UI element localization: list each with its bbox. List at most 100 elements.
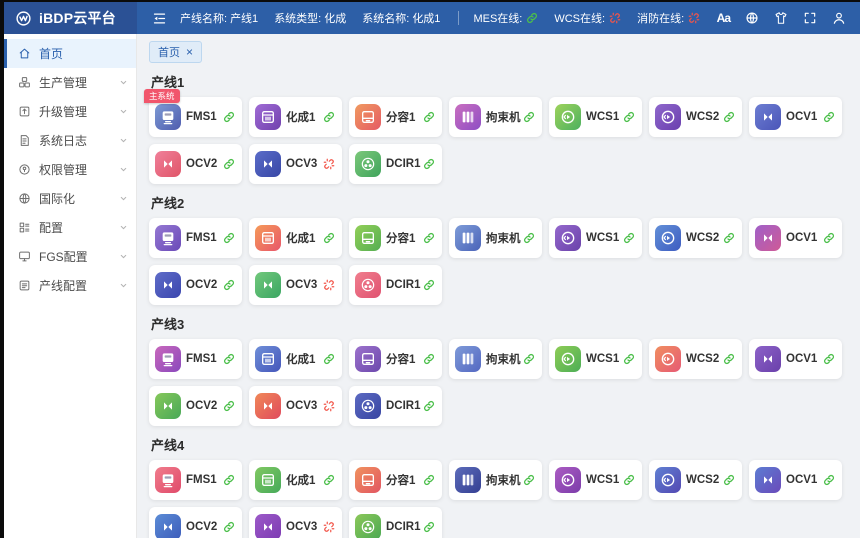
user-icon[interactable]	[832, 11, 846, 25]
app-card-分容1[interactable]: 分容1	[349, 339, 442, 379]
card-label: OCV3	[286, 279, 317, 291]
link-icon	[423, 353, 435, 365]
chevron-down-icon	[119, 136, 128, 145]
app-card-fms1[interactable]: 主系统 FMS1	[149, 97, 242, 137]
broken-link-icon	[688, 12, 700, 24]
line-info-item: 系统类型:化成	[274, 10, 346, 26]
app-card-wcs1[interactable]: WCS1	[549, 460, 642, 500]
info-value: 化成	[324, 13, 346, 25]
app-card-wcs2[interactable]: WCS2	[649, 460, 742, 500]
link-icon	[723, 353, 735, 365]
app-card-拘束机[interactable]: 拘束机	[449, 460, 542, 500]
app-card-分容1[interactable]: 分容1	[349, 460, 442, 500]
app-card-fms1[interactable]: FMS1	[149, 218, 242, 258]
app-card-ocv2[interactable]: OCV2	[149, 265, 242, 305]
card-label: 分容1	[386, 230, 415, 246]
app-card-wcs2[interactable]: WCS2	[649, 339, 742, 379]
link-icon	[623, 353, 635, 365]
card-label: OCV3	[286, 521, 317, 533]
tab-close-icon[interactable]: ×	[186, 46, 193, 58]
app-card-wcs2[interactable]: WCS2	[649, 218, 742, 258]
app-card-ocv1[interactable]: OCV1	[749, 339, 842, 379]
app-card-分容1[interactable]: 分容1	[349, 97, 442, 137]
link-icon	[523, 111, 535, 123]
chevron-down-icon	[119, 107, 128, 116]
app-card-ocv1[interactable]: OCV1	[749, 218, 842, 258]
theme-shirt-icon[interactable]	[774, 11, 788, 25]
app-card-dcir1[interactable]: DCIR1	[349, 386, 442, 426]
app-card-ocv2[interactable]: OCV2	[149, 386, 242, 426]
app-card-dcir1[interactable]: DCIR1	[349, 265, 442, 305]
app-card-fms1[interactable]: FMS1	[149, 460, 242, 500]
sidebar-item-fgs-config[interactable]: FGS配置	[4, 242, 136, 271]
app-card-ocv1[interactable]: OCV1	[749, 97, 842, 137]
tab-home[interactable]: 首页 ×	[149, 41, 202, 63]
fgs-config-icon	[18, 250, 31, 263]
app-card-化成1[interactable]: 化成1	[249, 339, 342, 379]
language-globe-icon[interactable]	[745, 11, 759, 25]
app-window: iBDP云平台 产线名称:产线1系统类型:化成系统名称:化成1 MES在线: W…	[4, 2, 860, 538]
app-card-ocv3[interactable]: OCV3	[249, 144, 342, 184]
app-card-ocv1[interactable]: OCV1	[749, 460, 842, 500]
card-label: 分容1	[386, 351, 415, 367]
sidebar-item-label: 生产管理	[39, 74, 87, 91]
font-size-icon[interactable]: Aa	[717, 11, 730, 25]
sidebar-item-permission-mgmt[interactable]: 权限管理	[4, 155, 136, 184]
app-card-dcir1[interactable]: DCIR1	[349, 507, 442, 538]
ocv-icon	[755, 467, 781, 493]
sidebar-item-line-config[interactable]: 产线配置	[4, 271, 136, 300]
info-value: 化成1	[412, 13, 440, 25]
app-card-拘束机[interactable]: 拘束机	[449, 339, 542, 379]
sidebar-item-i18n[interactable]: 国际化	[4, 184, 136, 213]
link-icon	[423, 279, 435, 291]
card-label: 拘束机	[486, 109, 521, 125]
app-card-ocv2[interactable]: OCV2	[149, 144, 242, 184]
app-card-wcs1[interactable]: WCS1	[549, 97, 642, 137]
logo-icon	[15, 10, 32, 27]
sidebar-item-upgrade-mgmt[interactable]: 升级管理	[4, 97, 136, 126]
sidebar-item-home[interactable]: 首页	[4, 39, 136, 68]
card-grid: FMS1 化成1 分容1 拘束机 WCS1 WCS2 OCV1 OCV2 OCV	[149, 460, 851, 538]
formation-icon	[255, 346, 281, 372]
wcs-icon	[655, 225, 681, 251]
broken-link-icon	[323, 158, 335, 170]
app-card-ocv3[interactable]: OCV3	[249, 386, 342, 426]
app-card-dcir1[interactable]: DCIR1	[349, 144, 442, 184]
card-label: WCS2	[686, 353, 719, 365]
ocv-icon	[255, 514, 281, 538]
link-icon	[623, 474, 635, 486]
fullscreen-icon[interactable]	[803, 11, 817, 25]
sidebar-item-config[interactable]: 配置	[4, 213, 136, 242]
dcir-icon	[355, 151, 381, 177]
link-icon	[323, 232, 335, 244]
sidebar-collapse-icon[interactable]	[152, 11, 167, 26]
app-card-分容1[interactable]: 分容1	[349, 218, 442, 258]
sidebar-item-production-mgmt[interactable]: 生产管理	[4, 68, 136, 97]
app-card-wcs1[interactable]: WCS1	[549, 339, 642, 379]
card-label: OCV1	[786, 474, 817, 486]
chevron-down-icon	[119, 223, 128, 232]
sidebar-item-system-logs[interactable]: 系统日志	[4, 126, 136, 155]
link-icon	[223, 400, 235, 412]
restraint-icon	[455, 104, 481, 130]
app-card-化成1[interactable]: 化成1	[249, 97, 342, 137]
ocv-icon	[155, 272, 181, 298]
app-card-fms1[interactable]: FMS1	[149, 339, 242, 379]
app-card-拘束机[interactable]: 拘束机	[449, 218, 542, 258]
card-label: 拘束机	[486, 351, 521, 367]
app-card-wcs1[interactable]: WCS1	[549, 218, 642, 258]
app-card-ocv3[interactable]: OCV3	[249, 265, 342, 305]
app-card-化成1[interactable]: 化成1	[249, 460, 342, 500]
app-card-ocv3[interactable]: OCV3	[249, 507, 342, 538]
fms-icon	[155, 467, 181, 493]
formation-icon	[255, 225, 281, 251]
link-icon	[223, 158, 235, 170]
app-card-拘束机[interactable]: 拘束机	[449, 97, 542, 137]
app-card-ocv2[interactable]: OCV2	[149, 507, 242, 538]
link-icon	[423, 400, 435, 412]
app-card-wcs2[interactable]: WCS2	[649, 97, 742, 137]
app-card-化成1[interactable]: 化成1	[249, 218, 342, 258]
wcs-icon	[655, 346, 681, 372]
sidebar-item-label: 配置	[39, 219, 63, 236]
app-logo: iBDP云平台	[4, 2, 137, 34]
